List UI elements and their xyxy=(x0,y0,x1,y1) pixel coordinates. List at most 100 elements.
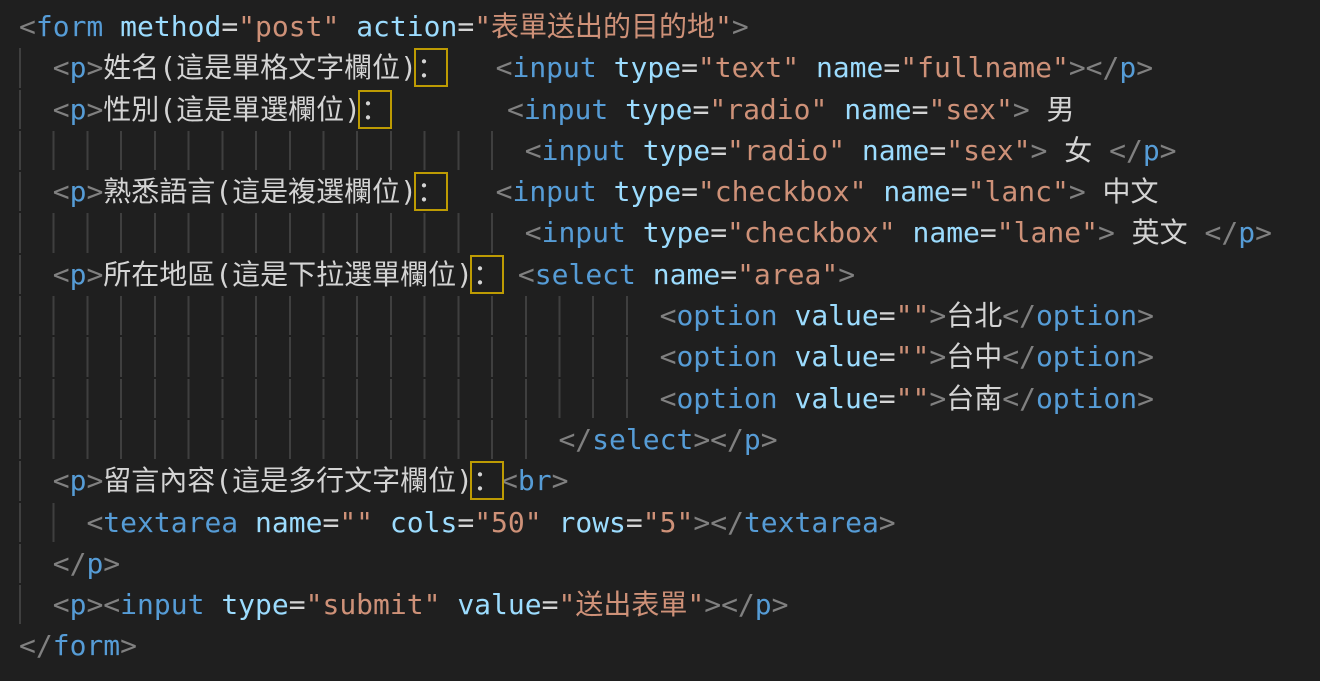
code-line[interactable]: <input type="radio" name="sex"> 女 </p> xyxy=(19,130,1320,171)
code-token: > xyxy=(693,423,710,456)
code-token: </ xyxy=(19,629,53,662)
code-token: > xyxy=(86,464,103,497)
code-token: method xyxy=(120,10,221,43)
code-line[interactable]: </select></p> xyxy=(19,419,1320,460)
code-token: < xyxy=(660,299,677,332)
code-token xyxy=(204,588,221,621)
code-token: > xyxy=(86,258,103,291)
code-token: option xyxy=(1036,340,1137,373)
code-line[interactable]: <p>留言內容(這是多行文字欄位)：<br> xyxy=(19,460,1320,501)
code-token: p xyxy=(755,588,772,621)
code-token: > xyxy=(1069,175,1086,208)
code-token: < xyxy=(53,51,70,84)
code-token: action xyxy=(356,10,457,43)
code-token: > xyxy=(879,506,896,539)
code-token: </ xyxy=(1002,382,1036,415)
code-token: < xyxy=(501,464,518,497)
code-token: select xyxy=(592,423,693,456)
code-token: input xyxy=(512,175,596,208)
code-token: 姓名(這是單格文字欄位) xyxy=(103,51,417,84)
code-token xyxy=(19,51,53,84)
code-token: < xyxy=(518,258,535,291)
code-line[interactable]: <input type="checkbox" name="lane"> 英文 <… xyxy=(19,212,1320,253)
code-line[interactable]: <p>熟悉語言(這是複選欄位)： <input type="checkbox" … xyxy=(19,171,1320,212)
code-token: > xyxy=(929,299,946,332)
code-line[interactable]: <form method="post" action="表單送出的目的地"> xyxy=(19,6,1320,47)
code-token: = xyxy=(681,51,698,84)
code-token: "checkbox" xyxy=(698,175,867,208)
code-line[interactable]: </p> xyxy=(19,543,1320,584)
code-token: < xyxy=(53,588,70,621)
code-editor[interactable]: <form method="post" action="表單送出的目的地"> <… xyxy=(0,0,1320,681)
code-token xyxy=(19,340,660,373)
code-token xyxy=(19,464,53,497)
code-line[interactable]: <option value="">台北</option> xyxy=(19,295,1320,336)
code-line[interactable]: <p>所在地區(這是下拉選單欄位)： <select name="area"> xyxy=(19,254,1320,295)
code-token: name xyxy=(816,51,883,84)
code-token: = xyxy=(681,175,698,208)
code-token: p xyxy=(70,51,87,84)
code-token: > xyxy=(772,588,789,621)
code-token: = xyxy=(542,588,559,621)
code-token: "sex" xyxy=(946,134,1030,167)
code-token: > xyxy=(761,423,778,456)
code-token xyxy=(597,175,614,208)
code-line[interactable]: <p>性別(這是單選欄位)： <input type="radio" name=… xyxy=(19,89,1320,130)
code-token: > xyxy=(86,93,103,126)
code-line[interactable]: <p><input type="submit" value="送出表單"></p… xyxy=(19,584,1320,625)
code-token: = xyxy=(710,216,727,249)
code-token: type xyxy=(643,134,710,167)
code-line[interactable]: <p>姓名(這是單格文字欄位)： <input type="text" name… xyxy=(19,47,1320,88)
code-token: > xyxy=(86,175,103,208)
code-token: value xyxy=(457,588,541,621)
code-token: "text" xyxy=(698,51,799,84)
code-token: = xyxy=(626,506,643,539)
code-token xyxy=(389,93,507,126)
code-line[interactable]: <textarea name="" cols="50" rows="5"></t… xyxy=(19,502,1320,543)
code-token: = xyxy=(879,299,896,332)
code-line[interactable]: <option value="">台中</option> xyxy=(19,336,1320,377)
code-token: option xyxy=(1036,382,1137,415)
code-token xyxy=(778,299,795,332)
code-token: = xyxy=(912,93,929,126)
code-token: </ xyxy=(1109,134,1143,167)
code-token: "表單送出的目的地" xyxy=(474,10,732,43)
code-token: "lanc" xyxy=(968,175,1069,208)
code-token: p xyxy=(70,93,87,126)
code-token xyxy=(19,299,660,332)
code-token: "area" xyxy=(737,258,838,291)
code-token xyxy=(896,216,913,249)
code-token: 所在地區(這是下拉選單欄位) xyxy=(103,258,473,291)
code-token: < xyxy=(103,588,120,621)
code-token: > xyxy=(929,382,946,415)
code-token: 中文 xyxy=(1086,175,1159,208)
code-token xyxy=(339,10,356,43)
code-token xyxy=(845,134,862,167)
code-token xyxy=(827,93,844,126)
code-token: 男 xyxy=(1030,93,1075,126)
code-token xyxy=(799,51,816,84)
unicode-highlight-box: ： xyxy=(417,51,445,84)
code-token: </ xyxy=(558,423,592,456)
code-line[interactable]: </form> xyxy=(19,625,1320,666)
code-token xyxy=(19,382,660,415)
code-token: > xyxy=(838,258,855,291)
code-token: < xyxy=(53,175,70,208)
code-token xyxy=(445,51,496,84)
code-token: > xyxy=(1136,51,1153,84)
code-token: > xyxy=(1137,299,1154,332)
code-token xyxy=(19,547,53,580)
code-token: "送出表單" xyxy=(558,588,704,621)
code-token: form xyxy=(36,10,103,43)
code-token: type xyxy=(221,588,288,621)
code-token: "50" xyxy=(474,506,541,539)
code-token: p xyxy=(70,588,87,621)
code-token xyxy=(19,423,558,456)
code-token: "5" xyxy=(643,506,694,539)
code-token: "" xyxy=(896,299,930,332)
code-line[interactable]: <option value="">台南</option> xyxy=(19,378,1320,419)
code-token: name xyxy=(883,175,950,208)
code-token: option xyxy=(676,382,777,415)
code-token: name xyxy=(653,258,720,291)
code-token: p xyxy=(1119,51,1136,84)
